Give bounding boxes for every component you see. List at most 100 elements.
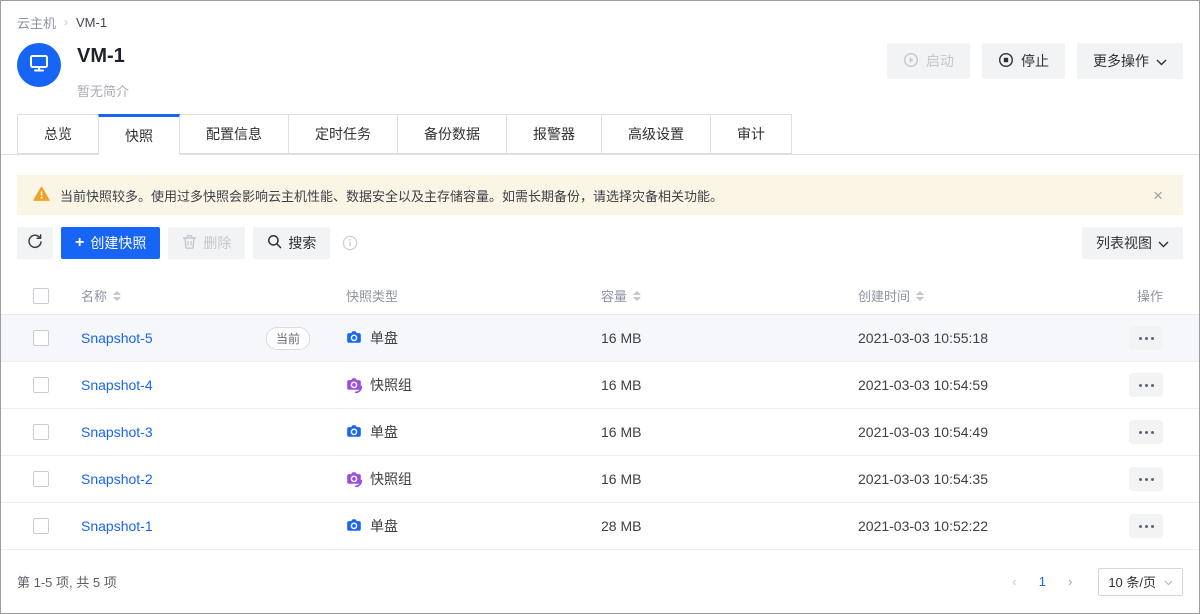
page-subtitle: 暂无简介: [77, 81, 887, 100]
capacity-cell: 16 MB: [601, 330, 858, 346]
snapshot-name-link[interactable]: Snapshot-4: [81, 377, 153, 393]
tab-backup-data[interactable]: 备份数据: [397, 114, 507, 154]
search-icon: [267, 234, 282, 252]
trash-icon: [182, 234, 197, 253]
breadcrumb: 云主机 › VM-1: [17, 13, 1183, 31]
snapshot-name-link[interactable]: Snapshot-5: [81, 330, 153, 346]
title-col: VM-1 暂无简介: [77, 43, 887, 100]
plus-icon: +: [75, 235, 84, 251]
created-time-cell: 2021-03-03 10:54:49: [858, 424, 1093, 440]
snapshot-type-cell: 快照组: [346, 375, 601, 395]
created-time-cell: 2021-03-03 10:52:22: [858, 518, 1093, 534]
snapshot-type-cell: 单盘: [346, 516, 601, 536]
chevron-down-icon: [1164, 574, 1173, 589]
snapshot-type-label: 单盘: [370, 422, 398, 442]
content: 当前快照较多。使用过多快照会影响云主机性能、数据安全以及主存储容量。如需长期备份…: [1, 155, 1199, 613]
capacity-cell: 16 MB: [601, 377, 858, 393]
snapshot-name-link[interactable]: Snapshot-1: [81, 518, 153, 534]
page-size-select[interactable]: 10 条/页: [1098, 568, 1183, 596]
tab-advanced[interactable]: 高级设置: [601, 114, 711, 154]
search-button[interactable]: 搜索: [253, 227, 330, 259]
table-header: 名称 快照类型 容量 创建时间 操作: [1, 277, 1199, 315]
row-checkbox[interactable]: [33, 471, 49, 487]
stop-icon: [998, 52, 1014, 71]
chevron-down-icon: [1158, 235, 1169, 251]
pagination: ‹ 1 › 10 条/页: [1002, 568, 1183, 596]
row-checkbox[interactable]: [33, 518, 49, 534]
delete-button[interactable]: 删除: [168, 227, 245, 259]
vm-detail-window: 云主机 › VM-1 VM-1 暂无简介 启动 停止: [0, 0, 1200, 614]
warning-banner: 当前快照较多。使用过多快照会影响云主机性能、数据安全以及主存储容量。如需长期备份…: [17, 175, 1183, 215]
stop-button[interactable]: 停止: [982, 43, 1065, 79]
more-actions-button[interactable]: 更多操作: [1077, 43, 1183, 79]
camera-icon: [346, 377, 362, 393]
column-name[interactable]: 名称: [81, 286, 121, 305]
close-icon[interactable]: ×: [1149, 185, 1167, 206]
snapshot-type-cell: 单盘: [346, 422, 601, 442]
row-actions-button[interactable]: [1129, 514, 1163, 538]
column-capacity[interactable]: 容量: [601, 286, 858, 305]
table-row: Snapshot-2 快照组 16 MB 2021-03-03 10:54:35: [1, 456, 1199, 503]
camera-icon: [346, 330, 362, 346]
breadcrumb-separator: ›: [64, 15, 68, 29]
view-mode-dropdown[interactable]: 列表视图: [1082, 227, 1183, 259]
header-actions: 启动 停止 更多操作: [887, 43, 1183, 79]
row-actions-button[interactable]: [1129, 420, 1163, 444]
warning-text: 当前快照较多。使用过多快照会影响云主机性能、数据安全以及主存储容量。如需长期备份…: [60, 186, 1139, 205]
refresh-button[interactable]: [17, 227, 53, 259]
row-actions-button[interactable]: [1129, 326, 1163, 350]
snapshot-table: 名称 快照类型 容量 创建时间 操作 Snapshot-5 当前: [1, 277, 1199, 550]
title-row: VM-1 暂无简介 启动 停止 更多操作: [17, 43, 1183, 100]
table-row: Snapshot-1 单盘 28 MB 2021-03-03 10:52:22: [1, 503, 1199, 550]
tab-overview[interactable]: 总览: [17, 114, 99, 154]
chevron-down-icon: [1156, 53, 1167, 69]
vm-avatar: [17, 43, 61, 87]
tab-scheduled-tasks[interactable]: 定时任务: [288, 114, 398, 154]
select-all-checkbox[interactable]: [33, 288, 49, 304]
tabbar: 总览快照配置信息定时任务备份数据报警器高级设置审计: [1, 114, 1199, 155]
row-actions-button[interactable]: [1129, 373, 1163, 397]
tab-snapshot[interactable]: 快照: [98, 114, 180, 155]
table-body: Snapshot-5 当前 单盘 16 MB 2021-03-03 10:55:…: [1, 315, 1199, 550]
snapshot-name-link[interactable]: Snapshot-3: [81, 424, 153, 440]
column-type: 快照类型: [346, 286, 398, 305]
snapshot-type-cell: 单盘: [346, 328, 601, 348]
start-button[interactable]: 启动: [887, 43, 970, 79]
tab-audit[interactable]: 审计: [710, 114, 792, 154]
page-header: 云主机 › VM-1 VM-1 暂无简介 启动 停止: [1, 1, 1199, 100]
row-checkbox[interactable]: [33, 330, 49, 346]
breadcrumb-cloud-vm[interactable]: 云主机: [17, 13, 56, 32]
snapshot-type-label: 单盘: [370, 328, 398, 348]
camera-icon: [346, 424, 362, 440]
row-checkbox[interactable]: [33, 377, 49, 393]
column-created[interactable]: 创建时间: [858, 286, 1093, 305]
sort-icon: [633, 291, 641, 301]
create-snapshot-button[interactable]: + 创建快照: [61, 227, 160, 259]
row-actions-button[interactable]: [1129, 467, 1163, 491]
created-time-cell: 2021-03-03 10:54:35: [858, 471, 1093, 487]
prev-page-button[interactable]: ‹: [1002, 570, 1026, 594]
refresh-icon: [27, 234, 43, 253]
table-row: Snapshot-3 单盘 16 MB 2021-03-03 10:54:49: [1, 409, 1199, 456]
page-number[interactable]: 1: [1030, 570, 1054, 594]
created-time-cell: 2021-03-03 10:54:59: [858, 377, 1093, 393]
row-checkbox[interactable]: [33, 424, 49, 440]
snapshot-type-cell: 快照组: [346, 469, 601, 489]
warning-icon: [33, 186, 50, 205]
camera-icon: [346, 518, 362, 534]
table-footer: 第 1-5 项, 共 5 项 ‹ 1 › 10 条/页: [1, 550, 1199, 613]
snapshot-name-link[interactable]: Snapshot-2: [81, 471, 153, 487]
items-summary: 第 1-5 项, 共 5 项: [17, 572, 117, 591]
tab-alarms[interactable]: 报警器: [506, 114, 602, 154]
tab-config-info[interactable]: 配置信息: [179, 114, 289, 154]
info-icon[interactable]: [342, 235, 358, 251]
current-badge: 当前: [266, 327, 310, 350]
page-title: VM-1: [77, 43, 887, 69]
breadcrumb-current: VM-1: [76, 15, 107, 30]
snapshot-type-label: 快照组: [370, 469, 412, 489]
capacity-cell: 16 MB: [601, 471, 858, 487]
sort-icon: [113, 291, 121, 301]
sort-icon: [916, 291, 924, 301]
camera-icon: [346, 471, 362, 487]
next-page-button[interactable]: ›: [1058, 570, 1082, 594]
